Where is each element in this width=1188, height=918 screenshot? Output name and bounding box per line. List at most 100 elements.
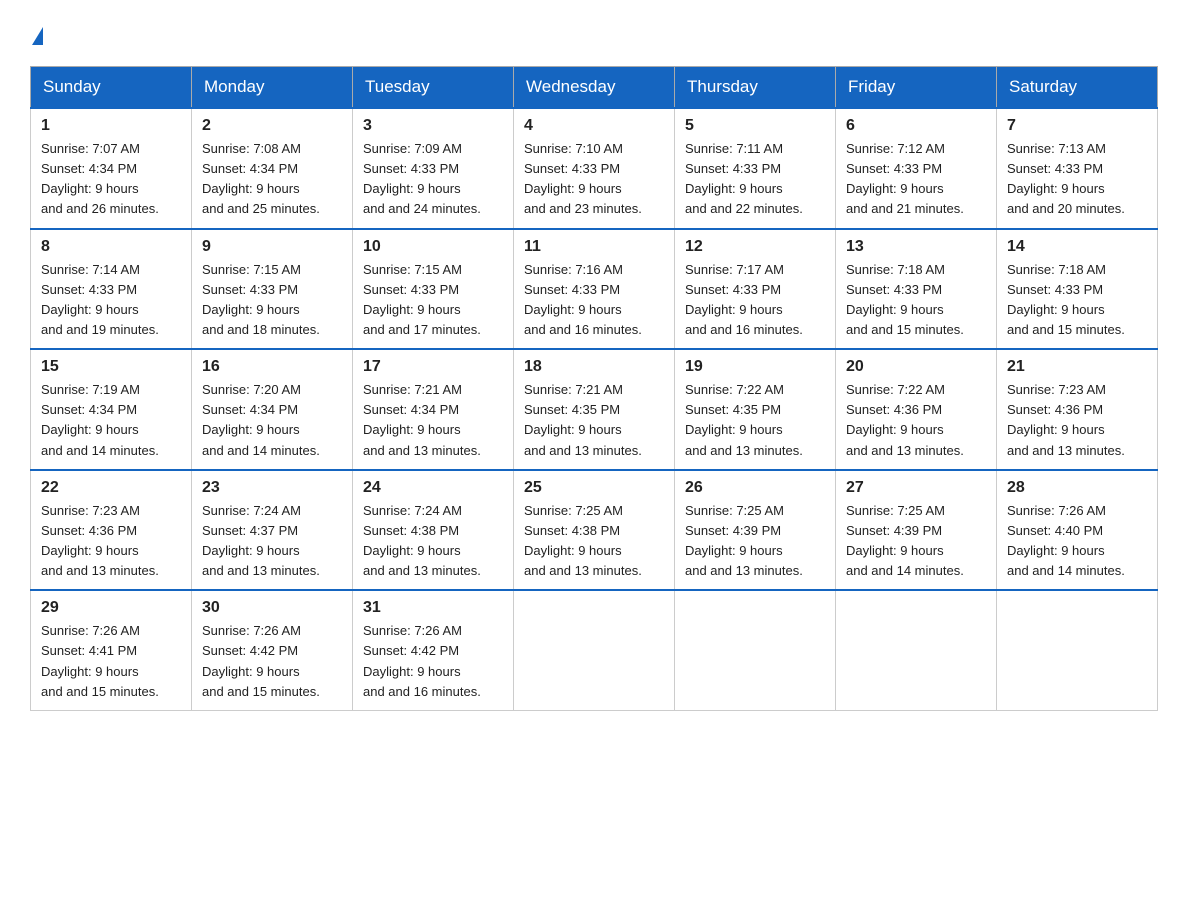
sunrise-value: 7:21 AM bbox=[575, 382, 623, 397]
calendar-week-row: 15 Sunrise: 7:19 AM Sunset: 4:34 PM Dayl… bbox=[31, 349, 1158, 470]
daylight-label: Daylight: bbox=[1007, 302, 1061, 317]
sunrise-label: Sunrise: bbox=[1007, 503, 1058, 518]
sunset-value: 4:33 PM bbox=[250, 282, 298, 297]
day-info: Sunrise: 7:12 AM Sunset: 4:33 PM Dayligh… bbox=[846, 139, 986, 220]
day-number: 27 bbox=[846, 479, 986, 497]
day-number: 11 bbox=[524, 238, 664, 256]
sunset-label: Sunset: bbox=[202, 523, 250, 538]
day-info: Sunrise: 7:23 AM Sunset: 4:36 PM Dayligh… bbox=[1007, 380, 1147, 461]
day-number: 21 bbox=[1007, 358, 1147, 376]
day-number: 15 bbox=[41, 358, 181, 376]
day-number: 3 bbox=[363, 117, 503, 135]
day-number: 24 bbox=[363, 479, 503, 497]
day-info: Sunrise: 7:13 AM Sunset: 4:33 PM Dayligh… bbox=[1007, 139, 1147, 220]
sunset-value: 4:35 PM bbox=[572, 402, 620, 417]
sunset-value: 4:36 PM bbox=[1055, 402, 1103, 417]
sunrise-label: Sunrise: bbox=[846, 503, 897, 518]
sunset-value: 4:35 PM bbox=[733, 402, 781, 417]
sunrise-label: Sunrise: bbox=[41, 623, 92, 638]
sunset-label: Sunset: bbox=[685, 282, 733, 297]
calendar-header-tuesday: Tuesday bbox=[353, 67, 514, 109]
sunrise-label: Sunrise: bbox=[846, 262, 897, 277]
sunset-value: 4:38 PM bbox=[411, 523, 459, 538]
day-info: Sunrise: 7:07 AM Sunset: 4:34 PM Dayligh… bbox=[41, 139, 181, 220]
calendar-week-row: 1 Sunrise: 7:07 AM Sunset: 4:34 PM Dayli… bbox=[31, 108, 1158, 229]
sunset-label: Sunset: bbox=[363, 282, 411, 297]
day-number: 7 bbox=[1007, 117, 1147, 135]
sunrise-value: 7:23 AM bbox=[1058, 382, 1106, 397]
sunset-label: Sunset: bbox=[202, 282, 250, 297]
calendar-cell: 4 Sunrise: 7:10 AM Sunset: 4:33 PM Dayli… bbox=[514, 108, 675, 229]
sunset-label: Sunset: bbox=[685, 161, 733, 176]
calendar-cell: 22 Sunrise: 7:23 AM Sunset: 4:36 PM Dayl… bbox=[31, 470, 192, 591]
day-number: 20 bbox=[846, 358, 986, 376]
calendar-cell: 12 Sunrise: 7:17 AM Sunset: 4:33 PM Dayl… bbox=[675, 229, 836, 350]
sunrise-label: Sunrise: bbox=[685, 503, 736, 518]
sunset-value: 4:34 PM bbox=[89, 161, 137, 176]
day-number: 29 bbox=[41, 599, 181, 617]
day-number: 13 bbox=[846, 238, 986, 256]
calendar-cell: 14 Sunrise: 7:18 AM Sunset: 4:33 PM Dayl… bbox=[997, 229, 1158, 350]
calendar-cell: 16 Sunrise: 7:20 AM Sunset: 4:34 PM Dayl… bbox=[192, 349, 353, 470]
calendar-cell: 13 Sunrise: 7:18 AM Sunset: 4:33 PM Dayl… bbox=[836, 229, 997, 350]
sunset-label: Sunset: bbox=[202, 161, 250, 176]
calendar-header-friday: Friday bbox=[836, 67, 997, 109]
sunrise-value: 7:17 AM bbox=[736, 262, 784, 277]
calendar-header-thursday: Thursday bbox=[675, 67, 836, 109]
sunset-value: 4:33 PM bbox=[411, 282, 459, 297]
sunrise-label: Sunrise: bbox=[524, 141, 575, 156]
calendar-cell: 11 Sunrise: 7:16 AM Sunset: 4:33 PM Dayl… bbox=[514, 229, 675, 350]
calendar-cell: 24 Sunrise: 7:24 AM Sunset: 4:38 PM Dayl… bbox=[353, 470, 514, 591]
daylight-label: Daylight: bbox=[202, 664, 256, 679]
day-info: Sunrise: 7:19 AM Sunset: 4:34 PM Dayligh… bbox=[41, 380, 181, 461]
sunset-label: Sunset: bbox=[1007, 282, 1055, 297]
sunrise-label: Sunrise: bbox=[363, 382, 414, 397]
daylight-label: Daylight: bbox=[363, 543, 417, 558]
sunset-label: Sunset: bbox=[363, 643, 411, 658]
day-number: 25 bbox=[524, 479, 664, 497]
sunset-value: 4:37 PM bbox=[250, 523, 298, 538]
daylight-label: Daylight: bbox=[202, 422, 256, 437]
sunrise-value: 7:22 AM bbox=[736, 382, 784, 397]
sunset-label: Sunset: bbox=[846, 523, 894, 538]
daylight-label: Daylight: bbox=[363, 302, 417, 317]
sunrise-value: 7:25 AM bbox=[897, 503, 945, 518]
day-info: Sunrise: 7:26 AM Sunset: 4:42 PM Dayligh… bbox=[202, 621, 342, 702]
sunset-value: 4:33 PM bbox=[894, 161, 942, 176]
sunrise-value: 7:26 AM bbox=[1058, 503, 1106, 518]
daylight-label: Daylight: bbox=[1007, 422, 1061, 437]
page-header bbox=[30, 20, 1158, 48]
sunrise-value: 7:18 AM bbox=[897, 262, 945, 277]
sunset-value: 4:36 PM bbox=[894, 402, 942, 417]
sunrise-value: 7:25 AM bbox=[575, 503, 623, 518]
sunset-value: 4:34 PM bbox=[411, 402, 459, 417]
sunset-label: Sunset: bbox=[685, 402, 733, 417]
calendar-header-wednesday: Wednesday bbox=[514, 67, 675, 109]
sunset-value: 4:33 PM bbox=[1055, 282, 1103, 297]
daylight-label: Daylight: bbox=[202, 302, 256, 317]
daylight-label: Daylight: bbox=[1007, 543, 1061, 558]
sunset-label: Sunset: bbox=[41, 402, 89, 417]
sunrise-value: 7:21 AM bbox=[414, 382, 462, 397]
sunset-label: Sunset: bbox=[846, 402, 894, 417]
sunrise-label: Sunrise: bbox=[41, 262, 92, 277]
day-number: 14 bbox=[1007, 238, 1147, 256]
day-info: Sunrise: 7:21 AM Sunset: 4:34 PM Dayligh… bbox=[363, 380, 503, 461]
sunrise-label: Sunrise: bbox=[524, 382, 575, 397]
sunset-value: 4:40 PM bbox=[1055, 523, 1103, 538]
calendar-cell: 23 Sunrise: 7:24 AM Sunset: 4:37 PM Dayl… bbox=[192, 470, 353, 591]
day-info: Sunrise: 7:18 AM Sunset: 4:33 PM Dayligh… bbox=[846, 260, 986, 341]
sunrise-value: 7:24 AM bbox=[414, 503, 462, 518]
sunset-value: 4:33 PM bbox=[89, 282, 137, 297]
sunset-value: 4:33 PM bbox=[572, 282, 620, 297]
sunrise-value: 7:11 AM bbox=[736, 141, 783, 156]
calendar-cell bbox=[514, 590, 675, 710]
sunset-label: Sunset: bbox=[524, 523, 572, 538]
sunrise-value: 7:22 AM bbox=[897, 382, 945, 397]
sunset-value: 4:39 PM bbox=[894, 523, 942, 538]
sunrise-value: 7:07 AM bbox=[92, 141, 140, 156]
calendar-cell: 20 Sunrise: 7:22 AM Sunset: 4:36 PM Dayl… bbox=[836, 349, 997, 470]
day-info: Sunrise: 7:25 AM Sunset: 4:39 PM Dayligh… bbox=[685, 501, 825, 582]
sunset-label: Sunset: bbox=[41, 282, 89, 297]
calendar-cell: 18 Sunrise: 7:21 AM Sunset: 4:35 PM Dayl… bbox=[514, 349, 675, 470]
